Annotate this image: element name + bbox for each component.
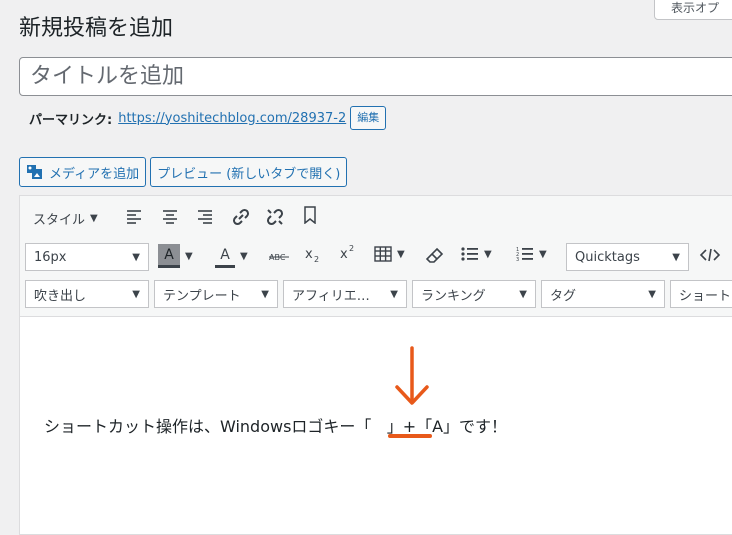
strikethrough-icon[interactable]: ABC bbox=[269, 250, 289, 262]
text-color-icon: A bbox=[215, 244, 235, 268]
table-button[interactable]: ▼ bbox=[374, 246, 405, 262]
code-icon[interactable] bbox=[699, 247, 721, 263]
subscript-icon[interactable]: x2 bbox=[305, 246, 323, 264]
quicktags-select[interactable]: Quicktags ▼ bbox=[566, 243, 689, 271]
chevron-down-icon: ▼ bbox=[132, 288, 140, 300]
svg-text:2: 2 bbox=[314, 255, 319, 264]
speech-bubble-label: 吹き出し bbox=[34, 288, 87, 304]
permalink-url-link[interactable]: https://yoshitechblog.com/28937-2 bbox=[118, 111, 346, 126]
permalink-edit-button[interactable]: 編集 bbox=[350, 106, 387, 130]
link-icon[interactable] bbox=[231, 207, 251, 227]
text-color-button[interactable]: A ▼ bbox=[215, 244, 248, 268]
page-title: 新規投稿を追加 bbox=[19, 16, 174, 41]
chevron-down-icon: ▼ bbox=[397, 248, 405, 260]
font-size-select[interactable]: 16px ▼ bbox=[25, 243, 149, 271]
bookmark-icon[interactable] bbox=[303, 206, 317, 224]
svg-text:3: 3 bbox=[516, 257, 519, 262]
unlink-icon[interactable] bbox=[265, 207, 285, 227]
bullet-list-button[interactable]: ▼ bbox=[461, 246, 492, 262]
permalink-row: パーマリンク: https://yoshitechblog.com/28937-… bbox=[29, 106, 387, 130]
background-color-button[interactable]: A ▼ bbox=[158, 244, 193, 268]
background-color-icon: A bbox=[158, 244, 180, 268]
chevron-down-icon: ▼ bbox=[132, 251, 140, 263]
align-left-icon[interactable] bbox=[126, 208, 142, 224]
permalink-label: パーマリンク: bbox=[29, 112, 113, 128]
annotation-arrow-icon bbox=[388, 346, 432, 438]
shortcode-label: ショート bbox=[679, 288, 732, 304]
svg-text:x: x bbox=[340, 247, 348, 262]
chevron-down-icon: ▼ bbox=[261, 288, 269, 300]
affiliate-select[interactable]: アフィリエ… ▼ bbox=[283, 280, 407, 308]
chevron-down-icon: ▼ bbox=[240, 250, 248, 262]
superscript-icon[interactable]: x2 bbox=[340, 244, 358, 262]
add-media-button[interactable]: メディアを追加 bbox=[19, 157, 147, 187]
quicktags-value: Quicktags bbox=[575, 249, 640, 265]
media-icon bbox=[26, 164, 44, 180]
preview-label: プレビュー (新しいタブで開く) bbox=[157, 166, 341, 182]
post-title-input[interactable] bbox=[19, 57, 732, 96]
affiliate-label: アフィリエ… bbox=[292, 288, 370, 304]
ranking-select[interactable]: ランキング ▼ bbox=[412, 280, 536, 308]
svg-text:2: 2 bbox=[349, 244, 354, 253]
font-size-value: 16px bbox=[34, 249, 67, 265]
template-select[interactable]: テンプレート ▼ bbox=[154, 280, 278, 308]
chevron-down-icon: ▼ bbox=[185, 250, 193, 262]
bullet-list-icon bbox=[461, 246, 479, 262]
style-dropdown[interactable]: スタイル ▼ bbox=[33, 209, 98, 228]
svg-text:x: x bbox=[305, 247, 313, 262]
media-buttons: メディアを追加 プレビュー (新しいタブで開く) bbox=[19, 157, 348, 187]
speech-bubble-select[interactable]: 吹き出し ▼ bbox=[25, 280, 149, 308]
template-label: テンプレート bbox=[163, 288, 241, 304]
table-icon bbox=[374, 246, 392, 262]
shortcode-select[interactable]: ショート bbox=[670, 280, 732, 308]
chevron-down-icon: ▼ bbox=[648, 288, 656, 300]
tag-label: タグ bbox=[550, 288, 577, 304]
chevron-down-icon: ▼ bbox=[519, 288, 527, 300]
align-center-icon[interactable] bbox=[162, 208, 178, 224]
add-media-label: メディアを追加 bbox=[49, 166, 140, 182]
screen-options-button[interactable]: 表示オプ bbox=[654, 0, 732, 20]
align-right-icon[interactable] bbox=[197, 208, 213, 224]
chevron-down-icon: ▼ bbox=[539, 248, 547, 260]
editor-toolbar: スタイル ▼ 16px ▼ A ▼ A ▼ ABC x 2 x 2 ▼ ▼ 1 … bbox=[20, 196, 732, 317]
numbered-list-icon: 123 bbox=[516, 246, 534, 262]
style-label: スタイル bbox=[33, 213, 86, 228]
ranking-label: ランキング bbox=[421, 288, 486, 304]
chevron-down-icon: ▼ bbox=[390, 288, 398, 300]
numbered-list-button[interactable]: 123 ▼ bbox=[516, 246, 547, 262]
content-text-before: ショートカット操作は、Windowsロゴキー「 bbox=[44, 417, 372, 436]
chevron-down-icon: ▼ bbox=[672, 251, 680, 263]
chevron-down-icon: ▼ bbox=[484, 248, 492, 260]
preview-button[interactable]: プレビュー (新しいタブで開く) bbox=[150, 157, 348, 187]
tag-select[interactable]: タグ ▼ bbox=[541, 280, 665, 308]
eraser-icon[interactable] bbox=[426, 247, 444, 265]
post-editor: スタイル ▼ 16px ▼ A ▼ A ▼ ABC x 2 x 2 ▼ ▼ 1 … bbox=[19, 195, 732, 535]
chevron-down-icon: ▼ bbox=[90, 213, 98, 224]
